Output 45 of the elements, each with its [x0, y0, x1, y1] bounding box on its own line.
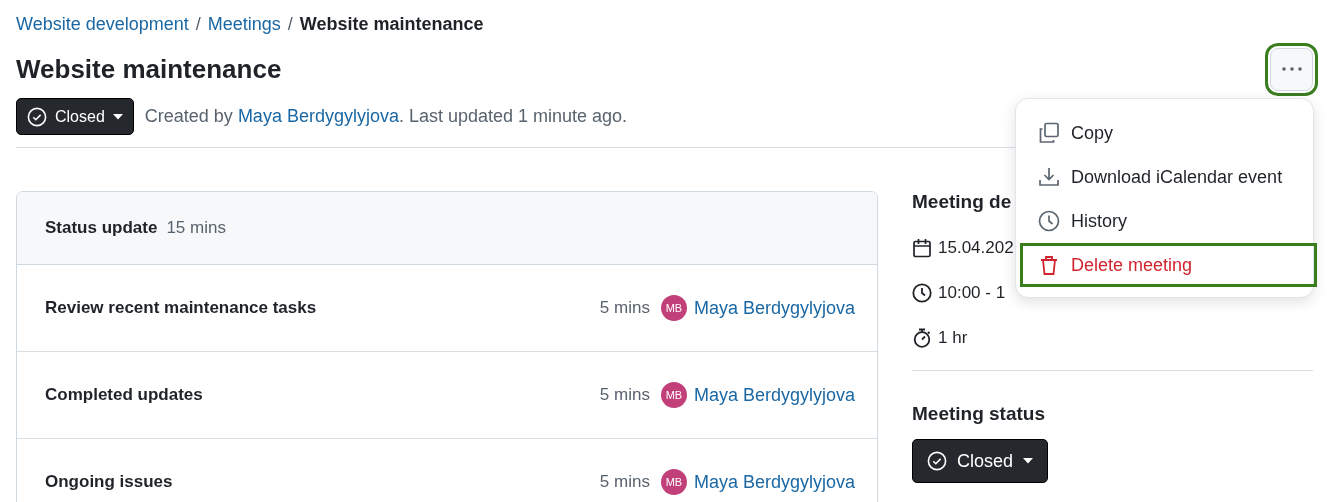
presenter-link[interactable]: Maya Berdygylyjova [693, 297, 855, 319]
section-duration: 15 mins [166, 218, 226, 238]
breadcrumb-current: Website maintenance [299, 14, 484, 35]
avatar: MB [660, 469, 687, 495]
item-duration: 5 mins [599, 472, 650, 492]
calendar-icon [912, 237, 932, 258]
breadcrumb-separator: / [287, 14, 293, 35]
breadcrumb-link[interactable]: Meetings [207, 14, 281, 35]
caret-icon [112, 113, 123, 120]
detail-text: 15.04.202 [938, 237, 1014, 258]
check-circle-icon [27, 106, 47, 127]
author-link[interactable]: Maya Berdygylyjova [237, 106, 399, 126]
caret-icon [1023, 458, 1034, 464]
detail-text: 1 hr [938, 327, 968, 348]
presenter-link[interactable]: Maya Berdygylyjova [693, 384, 855, 406]
presenter-link[interactable]: Maya Berdygylyjova [693, 471, 855, 493]
breadcrumb-link[interactable]: Website development [16, 14, 189, 35]
clock-icon [912, 282, 932, 303]
trash-icon [1038, 254, 1060, 276]
details-heading: Meeting de [912, 191, 1013, 213]
avatar: MB [660, 295, 687, 321]
avatar: MB [660, 382, 687, 408]
meta-text: Created by Maya Berdygylyjova. Last updated 1 minute ago. [144, 106, 628, 127]
breadcrumb-separator: / [195, 14, 201, 35]
status-heading: Meeting status [912, 403, 1047, 425]
clock-icon [1038, 210, 1060, 232]
menu-item[interactable]: Download iCalendar event [1016, 155, 1313, 199]
menu-item[interactable]: Delete meeting [1020, 243, 1317, 287]
agenda-item-title: Review recent maintenance tasks [45, 298, 318, 318]
page-title: Website maintenance [16, 53, 282, 85]
detail-text: 10:00 - 1 [938, 282, 1006, 303]
agenda-item-title: Completed updates [45, 385, 204, 405]
menu-item[interactable]: Copy [1016, 111, 1313, 155]
item-duration: 5 mins [599, 385, 650, 405]
stopwatch-icon [912, 327, 932, 348]
item-duration: 5 mins [599, 298, 650, 318]
menu-item[interactable]: History [1016, 199, 1313, 243]
section-title: Status update [45, 218, 158, 238]
agenda-item-title: Ongoing issues [45, 472, 174, 492]
status-dropdown-button[interactable]: Closed [912, 439, 1049, 483]
status-dropdown-button[interactable]: Closed [16, 98, 134, 135]
download-icon [1038, 166, 1060, 188]
check-circle-icon [927, 451, 947, 471]
ellipsis-icon [1281, 67, 1302, 71]
copy-icon [1038, 122, 1060, 144]
